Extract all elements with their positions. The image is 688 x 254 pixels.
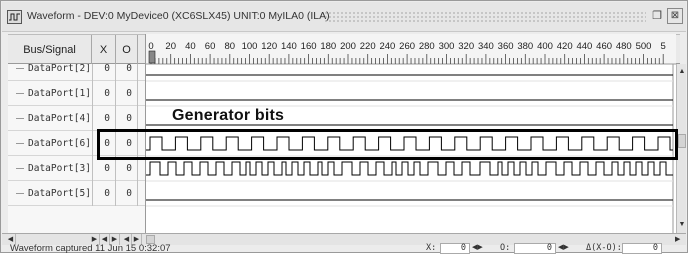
- delta-label: Δ(X-O):: [586, 243, 622, 253]
- signal-list: DataPort[2] 0 0 DataPort[1] 0 0 DataPort…: [8, 64, 145, 233]
- signal-o-value: 0: [116, 81, 138, 106]
- signal-row[interactable]: DataPort[6] 0 0: [8, 131, 145, 156]
- waveform-app-icon: [7, 10, 22, 24]
- signal-o-value: 0: [116, 106, 138, 131]
- status-bar: Waveform captured 11 Jun 15 0:32:07 X: 0…: [2, 243, 686, 254]
- tree-line: [16, 68, 24, 69]
- signal-o-value: 0: [116, 181, 138, 206]
- tree-line: [16, 118, 24, 119]
- vertical-scrollbar[interactable]: ▲ ▼: [676, 64, 686, 233]
- x-cursor-field[interactable]: 0: [440, 243, 470, 254]
- ruler-tick-label: 340: [478, 41, 494, 52]
- signal-o-value: 0: [116, 64, 138, 81]
- signal-name: DataPort[3]: [28, 163, 91, 174]
- restore-button[interactable]: ❐: [649, 8, 665, 24]
- ruler-tick-label: 240: [379, 41, 395, 52]
- tree-line: [16, 143, 24, 144]
- x-cursor-label: X:: [426, 243, 437, 253]
- ruler-tick-label: 100: [242, 41, 258, 52]
- ruler-tick-label: 500: [636, 41, 652, 52]
- title-bar[interactable]: Waveform - DEV:0 MyDevice0 (XC6SLX45) UN…: [2, 2, 686, 32]
- signal-row[interactable]: DataPort[1] 0 0: [8, 81, 145, 106]
- ruler-tick-label: 20: [165, 41, 176, 52]
- ruler-tick-label: 380: [517, 41, 533, 52]
- o-cursor-stepper[interactable]: ◀▶: [558, 243, 569, 251]
- ruler-tick-label: 0: [148, 41, 153, 52]
- signal-trace: [146, 136, 673, 151]
- signal-name: DataPort[4]: [28, 113, 91, 124]
- signal-x-value: 0: [92, 64, 116, 81]
- signal-name: DataPort[5]: [28, 188, 91, 199]
- signal-name: DataPort[1]: [28, 88, 91, 99]
- signal-name: DataPort[2]: [28, 64, 91, 74]
- o-cursor-label: O:: [500, 243, 511, 253]
- header-o-cursor[interactable]: O: [116, 35, 138, 65]
- cursor-marker-icon: [148, 50, 156, 64]
- ruler-tick-label: 440: [576, 41, 592, 52]
- tree-line: [16, 93, 24, 94]
- signal-o-value: 0: [116, 156, 138, 181]
- ruler-tick-label: 40: [185, 41, 196, 52]
- ruler-tick-label: 420: [557, 41, 573, 52]
- ruler-tick-label: 480: [616, 41, 632, 52]
- ruler-tick-label: 460: [596, 41, 612, 52]
- signal-o-value: 0: [116, 131, 138, 156]
- signal-trace: [146, 161, 673, 176]
- signal-row[interactable]: DataPort[3] 0 0: [8, 156, 145, 181]
- ruler-tick-label: 260: [399, 41, 415, 52]
- signal-x-value: 0: [92, 131, 116, 156]
- signal-row[interactable]: DataPort[2] 0 0: [8, 64, 145, 81]
- signal-x-value: 0: [92, 106, 116, 131]
- generator-bits-label: Generator bits: [172, 107, 285, 124]
- signal-row[interactable]: DataPort[4] 0 0: [8, 106, 145, 131]
- vertical-scroll-thumb[interactable]: [678, 134, 686, 148]
- ruler-tick-label: 280: [419, 41, 435, 52]
- waveform-plot: 0 20 40 60 80 100 120 140 160 180 200 220 240 260 280 3…: [146, 34, 676, 233]
- ruler-tick-label: 220: [360, 41, 376, 52]
- x-cursor-stepper[interactable]: ◀▶: [472, 243, 483, 251]
- ruler-tick-label: 180: [320, 41, 336, 52]
- ruler-tick-label: 5: [661, 41, 666, 52]
- header-x-cursor[interactable]: X: [92, 35, 116, 65]
- title-bar-grip: [324, 11, 646, 23]
- window-title: Waveform - DEV:0 MyDevice0 (XC6SLX45) UN…: [27, 10, 330, 22]
- scroll-up-icon[interactable]: ▲: [677, 68, 687, 75]
- signal-name: DataPort[6]: [28, 138, 91, 149]
- ruler-tick-label: 140: [281, 41, 297, 52]
- tree-line: [16, 193, 24, 194]
- scroll-down-icon[interactable]: ▼: [677, 221, 687, 228]
- waveform-window: Waveform - DEV:0 MyDevice0 (XC6SLX45) UN…: [0, 0, 688, 254]
- signal-row[interactable]: DataPort[5] 0 0: [8, 181, 145, 206]
- ruler-tick-label: 320: [458, 41, 474, 52]
- header-bus-signal[interactable]: Bus/Signal: [8, 35, 92, 65]
- close-button[interactable]: ⊠: [667, 8, 683, 24]
- capture-status-text: Waveform captured 11 Jun 15 0:32:07: [10, 243, 171, 254]
- signal-x-value: 0: [92, 156, 116, 181]
- o-cursor-field[interactable]: 0: [514, 243, 556, 254]
- tree-line: [16, 168, 24, 169]
- waveform-canvas[interactable]: 0 20 40 60 80 100 120 140 160 180 200 220 240 260 280 3…: [145, 34, 676, 233]
- ruler-tick-label: 200: [340, 41, 356, 52]
- ruler-tick-label: 400: [537, 41, 553, 52]
- ruler-tick-label: 120: [261, 41, 277, 52]
- signal-x-value: 0: [92, 81, 116, 106]
- ruler-tick-label: 360: [498, 41, 514, 52]
- ruler-tick-label: 300: [439, 41, 455, 52]
- signal-x-value: 0: [92, 181, 116, 206]
- scroll-right-icon[interactable]: ▶: [675, 234, 680, 245]
- delta-field: 0: [622, 243, 662, 254]
- ruler-tick-label: 80: [225, 41, 236, 52]
- ruler-tick-label: 160: [301, 41, 317, 52]
- ruler-tick-label: 60: [205, 41, 216, 52]
